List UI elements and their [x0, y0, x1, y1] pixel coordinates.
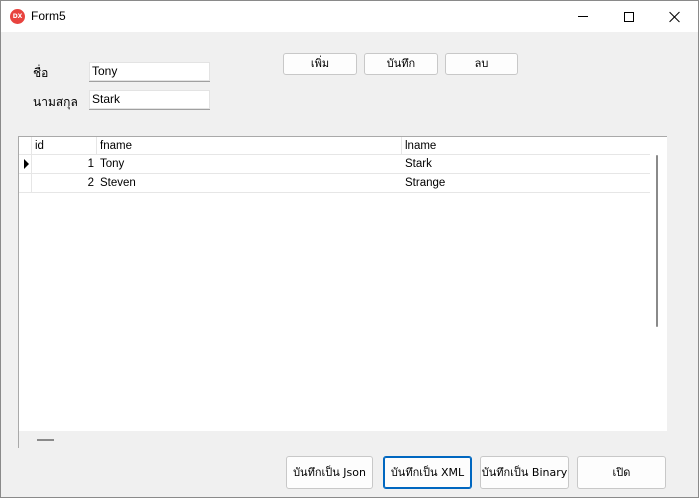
horizontal-scrollbar-thumb[interactable]	[37, 439, 54, 441]
window-title: Form5	[31, 9, 66, 23]
cell-fname[interactable]: Steven	[97, 174, 402, 192]
vertical-scrollbar-thumb[interactable]	[656, 155, 658, 327]
save-xml-button[interactable]: บันทึกเป็น XML	[383, 456, 472, 489]
open-button[interactable]: เปิด	[577, 456, 666, 489]
minimize-icon	[578, 16, 588, 17]
delete-button[interactable]: ลบ	[445, 53, 518, 75]
column-header-lname[interactable]: lname	[402, 137, 650, 155]
cell-fname[interactable]: Tony	[97, 155, 402, 173]
horizontal-scrollbar[interactable]	[19, 431, 650, 448]
table-row[interactable]: 2 Steven Strange	[19, 174, 650, 193]
cell-lname[interactable]: Strange	[402, 174, 650, 192]
close-button[interactable]	[652, 1, 698, 32]
vertical-scrollbar[interactable]	[650, 137, 667, 431]
save-button[interactable]: บันทึก	[364, 53, 438, 75]
current-row-pointer-icon	[24, 159, 29, 169]
scrollbar-corner	[650, 431, 667, 448]
save-binary-button[interactable]: บันทึกเป็น Binary	[480, 456, 569, 489]
last-name-input[interactable]: Stark	[89, 90, 210, 110]
devexpress-app-icon: DX	[10, 9, 25, 24]
cell-lname[interactable]: Stark	[402, 155, 650, 173]
table-row[interactable]: 1 Tony Stark	[19, 155, 650, 174]
cell-id[interactable]: 2	[32, 174, 97, 192]
minimize-button[interactable]	[560, 1, 606, 32]
grid-header: id fname lname	[19, 137, 650, 155]
maximize-button[interactable]	[606, 1, 652, 32]
row-indicator-cell	[19, 155, 32, 173]
cell-id[interactable]: 1	[32, 155, 97, 173]
row-indicator-cell	[19, 174, 32, 192]
save-json-button[interactable]: บันทึกเป็น Json	[286, 456, 373, 489]
first-name-label: ชื่อ	[33, 66, 49, 80]
header-indicator-cell	[19, 137, 32, 155]
data-grid[interactable]: id fname lname 1 Tony Stark 2 Steven Str…	[18, 136, 667, 448]
first-name-input[interactable]: Tony	[89, 62, 210, 82]
column-header-fname[interactable]: fname	[97, 137, 402, 155]
title-bar[interactable]: DX Form5	[1, 1, 698, 32]
column-header-id[interactable]: id	[32, 137, 97, 155]
maximize-icon	[624, 11, 634, 22]
close-icon	[669, 11, 681, 23]
last-name-label: นามสกุล	[33, 95, 78, 109]
add-button[interactable]: เพิ่ม	[283, 53, 357, 75]
form5-window: DX Form5 ชื่อ Tony นามสกุล Stark เพิ่ม บ…	[0, 0, 699, 498]
